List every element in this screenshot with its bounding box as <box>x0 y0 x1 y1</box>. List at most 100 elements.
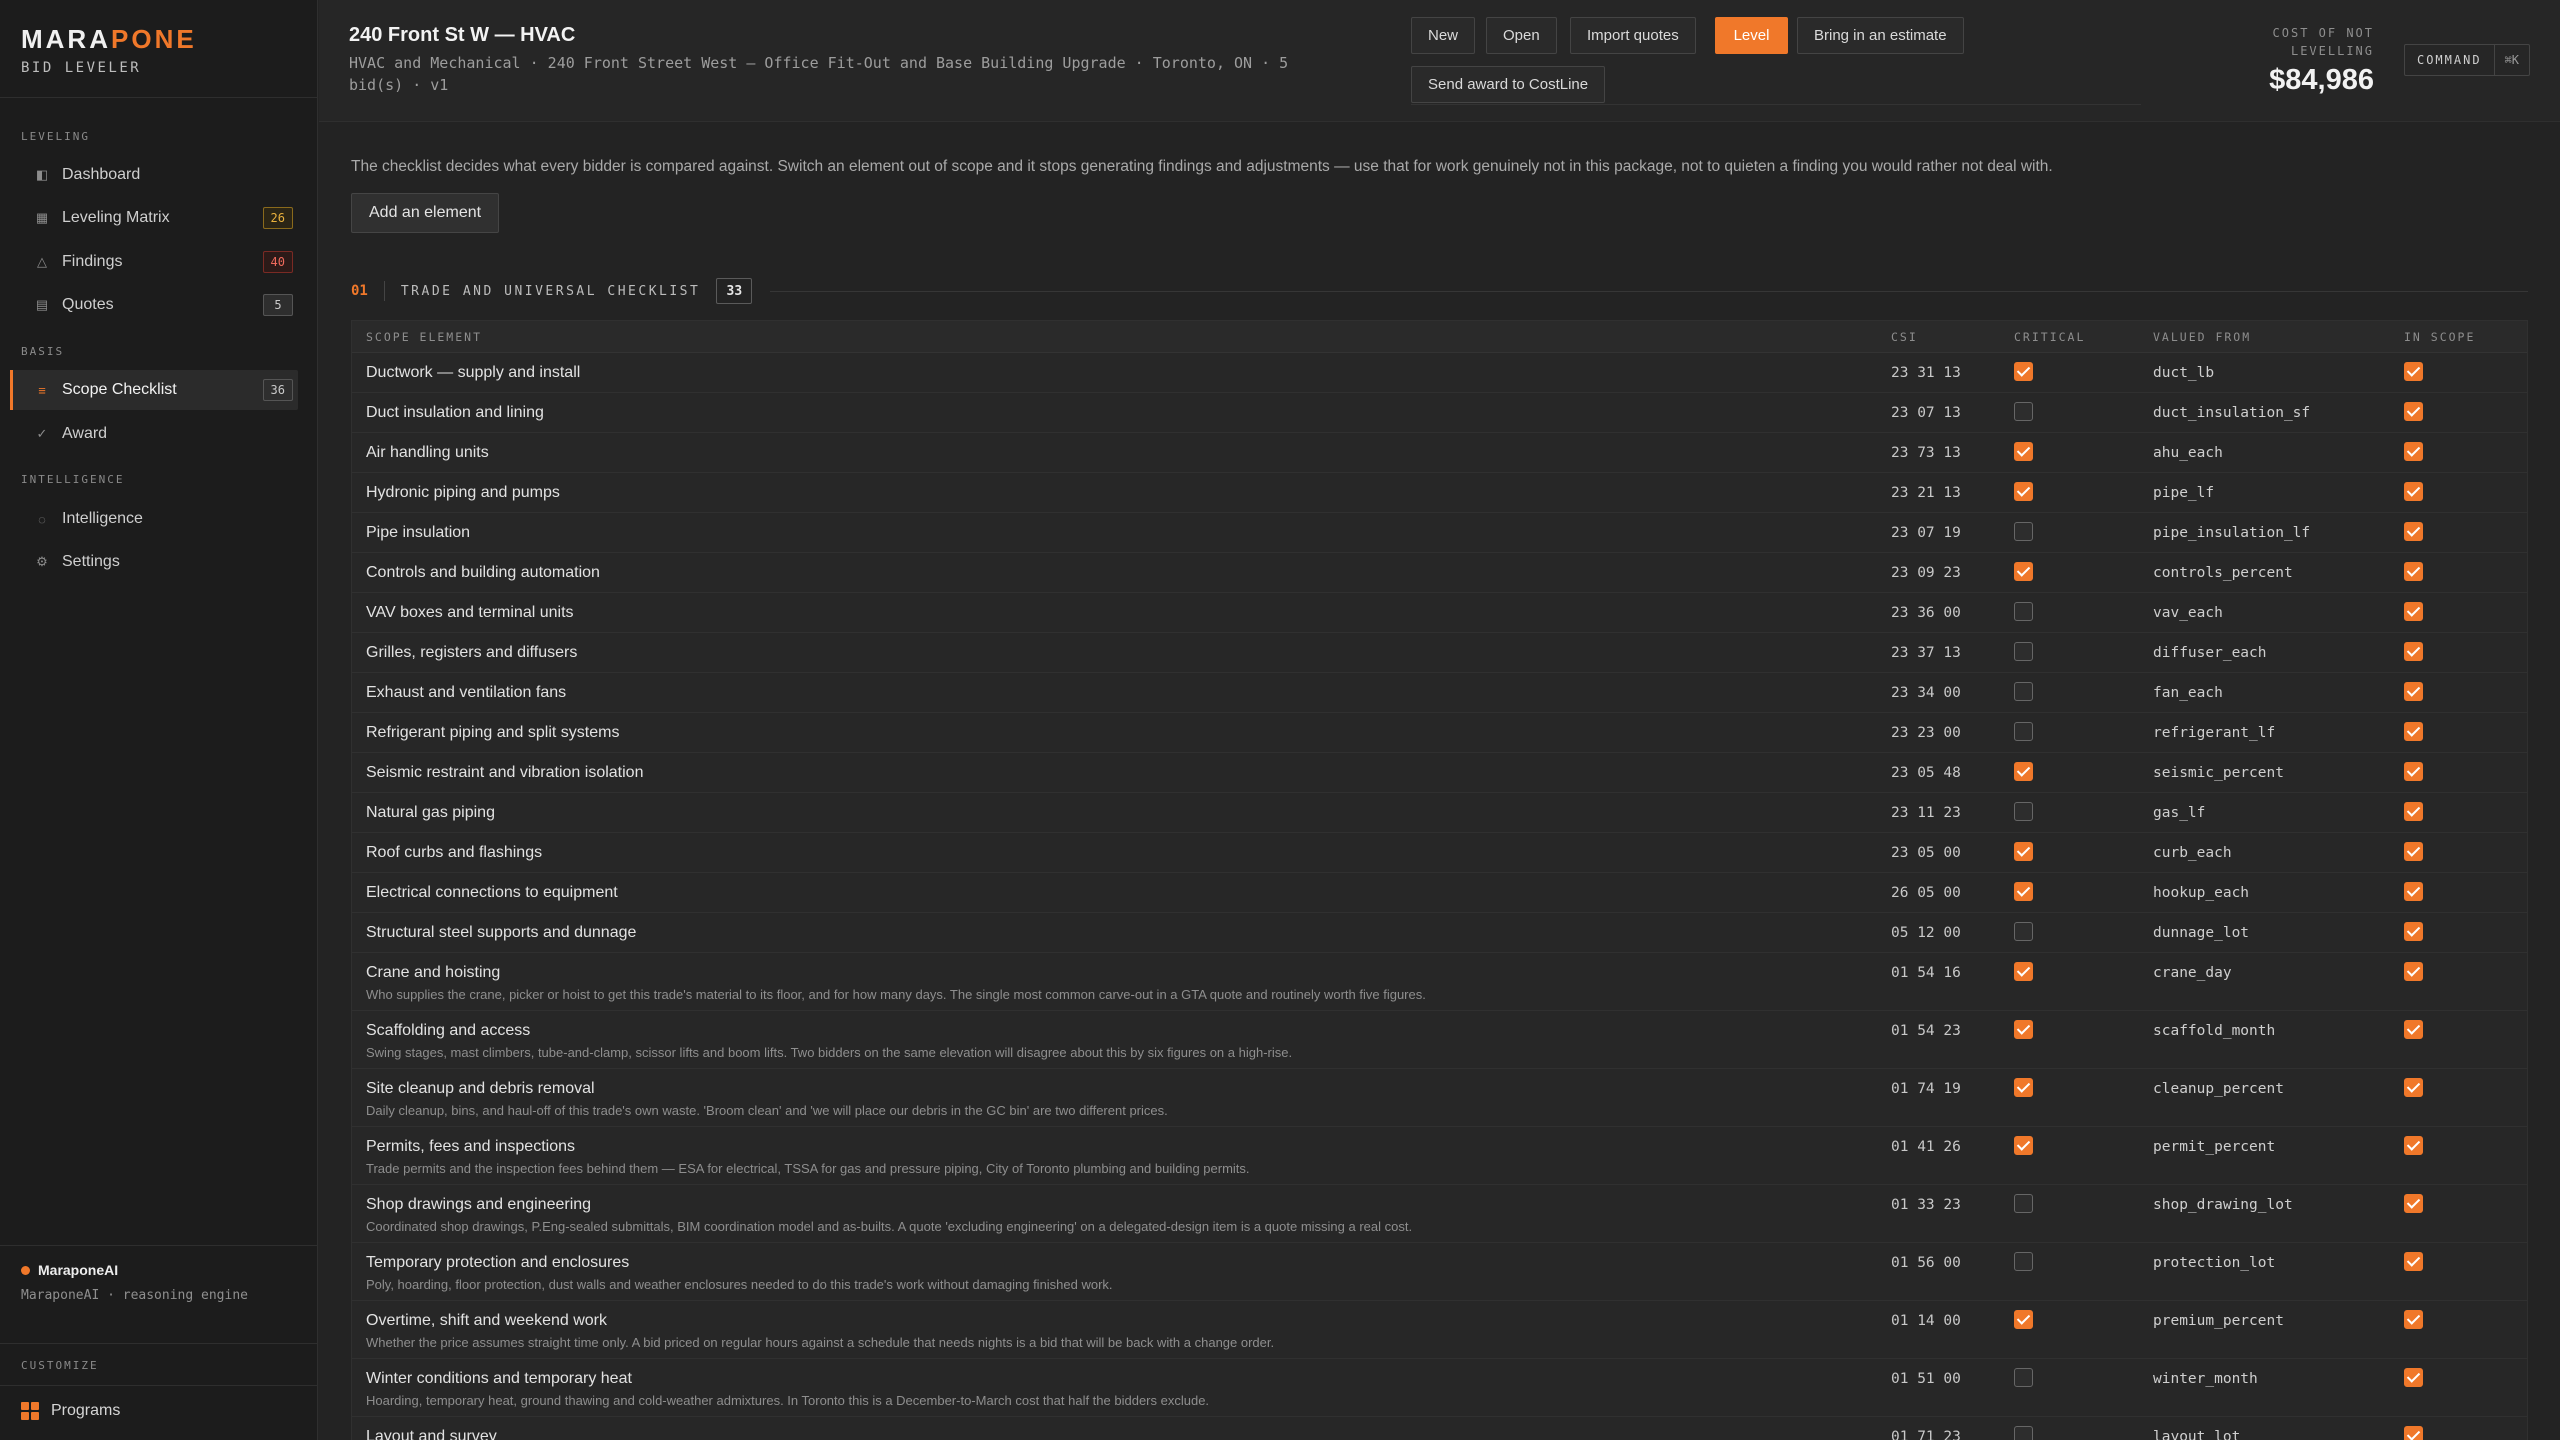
critical-checkbox[interactable] <box>2014 1252 2033 1271</box>
critical-checkbox[interactable] <box>2014 442 2033 461</box>
table-row[interactable]: Grilles, registers and diffusers 23 37 13… <box>352 633 2527 673</box>
brand-logo[interactable]: MARAPONE BID LEVELER <box>21 24 197 76</box>
add-element-button[interactable]: Add an element <box>351 193 500 233</box>
column-header-csi[interactable]: CSI <box>1891 330 1918 344</box>
table-row[interactable]: Refrigerant piping and split systems 23 2… <box>352 713 2527 753</box>
table-row[interactable]: Hydronic piping and pumps 23 21 13 pipe_lf <box>352 473 2527 513</box>
import-quotes-button[interactable]: Import quotes <box>1570 17 1696 54</box>
sidebar-item-dashboard[interactable]: ◧ Dashboard <box>10 155 298 195</box>
sidebar-item-quotes[interactable]: ▤ Quotes 5 <box>10 285 298 325</box>
in-scope-checkbox[interactable] <box>2404 402 2423 421</box>
in-scope-checkbox[interactable] <box>2404 802 2423 821</box>
critical-checkbox[interactable] <box>2014 682 2033 701</box>
sidebar-item-leveling-matrix[interactable]: ▦ Leveling Matrix 26 <box>10 198 298 238</box>
sidebar-item-scope-checklist[interactable]: ≡ Scope Checklist 36 <box>10 370 298 410</box>
critical-checkbox[interactable] <box>2014 562 2033 581</box>
new-button[interactable]: New <box>1411 17 1476 54</box>
gear-icon: ⚙ <box>36 554 48 569</box>
critical-checkbox[interactable] <box>2014 1020 2033 1039</box>
in-scope-checkbox[interactable] <box>2404 722 2423 741</box>
in-scope-checkbox[interactable] <box>2404 1252 2423 1271</box>
table-row[interactable]: Electrical connections to equipment 26 05… <box>352 873 2527 913</box>
in-scope-checkbox[interactable] <box>2404 522 2423 541</box>
critical-checkbox[interactable] <box>2014 1136 2033 1155</box>
in-scope-checkbox[interactable] <box>2404 962 2423 981</box>
in-scope-checkbox[interactable] <box>2404 1368 2423 1387</box>
critical-checkbox[interactable] <box>2014 922 2033 941</box>
in-scope-checkbox[interactable] <box>2404 362 2423 381</box>
table-row[interactable]: Exhaust and ventilation fans 23 34 00 fan_… <box>352 673 2527 713</box>
checkbox-icon <box>2404 562 2423 581</box>
table-row[interactable]: Overtime, shift and weekend work Whether … <box>352 1301 2527 1359</box>
table-row[interactable]: Controls and building automation 23 09 23… <box>352 553 2527 593</box>
sidebar-item-findings[interactable]: △ Findings 40 <box>10 242 298 282</box>
in-scope-checkbox[interactable] <box>2404 762 2423 781</box>
critical-checkbox[interactable] <box>2014 482 2033 501</box>
command-palette-button[interactable]: COMMAND ⌘K <box>2403 44 2530 76</box>
in-scope-checkbox[interactable] <box>2404 1310 2423 1329</box>
critical-checkbox[interactable] <box>2014 642 2033 661</box>
column-header-element[interactable]: SCOPE ELEMENT <box>366 330 482 344</box>
critical-checkbox[interactable] <box>2014 962 2033 981</box>
bring-estimate-button[interactable]: Bring in an estimate <box>1797 17 1964 54</box>
table-row[interactable]: Ductwork — supply and install 23 31 13 duc… <box>352 353 2527 393</box>
in-scope-checkbox[interactable] <box>2404 922 2423 941</box>
sidebar-item-intelligence[interactable]: ◌ Intelligence <box>10 499 298 539</box>
critical-checkbox[interactable] <box>2014 802 2033 821</box>
in-scope-checkbox[interactable] <box>2404 602 2423 621</box>
sidebar-item-award[interactable]: ✓ Award <box>10 414 298 454</box>
in-scope-checkbox[interactable] <box>2404 1078 2423 1097</box>
table-row[interactable]: Roof curbs and flashings 23 05 00 curb_eac… <box>352 833 2527 873</box>
critical-checkbox[interactable] <box>2014 1194 2033 1213</box>
send-award-button[interactable]: Send award to CostLine <box>1411 66 1606 103</box>
critical-checkbox[interactable] <box>2014 602 2033 621</box>
sidebar-item-settings[interactable]: ⚙ Settings <box>10 542 298 582</box>
table-row[interactable]: Scaffolding and access Swing stages, mast… <box>352 1011 2527 1069</box>
table-row[interactable]: Shop drawings and engineering Coordinated… <box>352 1185 2527 1243</box>
critical-checkbox[interactable] <box>2014 762 2033 781</box>
table-row[interactable]: Layout and survey 01 71 23 layout_lot <box>352 1417 2527 1440</box>
critical-checkbox[interactable] <box>2014 1368 2033 1387</box>
table-row[interactable]: VAV boxes and terminal units 23 36 00 vav_… <box>352 593 2527 633</box>
in-scope-checkbox[interactable] <box>2404 1426 2423 1440</box>
main-content: The checklist decides what every bidder … <box>319 123 2560 1440</box>
column-header-in-scope[interactable]: IN SCOPE <box>2404 330 2475 344</box>
table-row[interactable]: Permits, fees and inspections Trade permi… <box>352 1127 2527 1185</box>
table-row[interactable]: Air handling units 23 73 13 ahu_each <box>352 433 2527 473</box>
checkbox-icon <box>2404 802 2423 821</box>
critical-checkbox[interactable] <box>2014 1078 2033 1097</box>
table-row[interactable]: Crane and hoisting Who supplies the crane… <box>352 953 2527 1011</box>
scope-element-name: Temporary protection and enclosures <box>366 1254 630 1271</box>
critical-checkbox[interactable] <box>2014 522 2033 541</box>
table-row[interactable]: Winter conditions and temporary heat Hoar… <box>352 1359 2527 1417</box>
in-scope-checkbox[interactable] <box>2404 482 2423 501</box>
table-row[interactable]: Natural gas piping 23 11 23 gas_lf <box>352 793 2527 833</box>
table-row[interactable]: Temporary protection and enclosures Poly,… <box>352 1243 2527 1301</box>
in-scope-checkbox[interactable] <box>2404 842 2423 861</box>
programs-link[interactable]: Programs <box>21 1402 120 1420</box>
critical-checkbox[interactable] <box>2014 362 2033 381</box>
critical-checkbox[interactable] <box>2014 722 2033 741</box>
in-scope-checkbox[interactable] <box>2404 642 2423 661</box>
in-scope-checkbox[interactable] <box>2404 562 2423 581</box>
in-scope-checkbox[interactable] <box>2404 1136 2423 1155</box>
in-scope-checkbox[interactable] <box>2404 1194 2423 1213</box>
column-header-valued-from[interactable]: VALUED FROM <box>2153 330 2251 344</box>
in-scope-checkbox[interactable] <box>2404 682 2423 701</box>
in-scope-checkbox[interactable] <box>2404 882 2423 901</box>
critical-checkbox[interactable] <box>2014 1310 2033 1329</box>
table-row[interactable]: Seismic restraint and vibration isolatio… <box>352 753 2527 793</box>
level-button[interactable]: Level <box>1715 17 1788 54</box>
table-row[interactable]: Duct insulation and lining 23 07 13 duct_i… <box>352 393 2527 433</box>
in-scope-checkbox[interactable] <box>2404 1020 2423 1039</box>
table-row[interactable]: Site cleanup and debris removal Daily cle… <box>352 1069 2527 1127</box>
open-button[interactable]: Open <box>1486 17 1557 54</box>
column-header-critical[interactable]: CRITICAL <box>2014 330 2085 344</box>
critical-checkbox[interactable] <box>2014 402 2033 421</box>
critical-checkbox[interactable] <box>2014 1426 2033 1440</box>
critical-checkbox[interactable] <box>2014 882 2033 901</box>
table-row[interactable]: Structural steel supports and dunnage 05 … <box>352 913 2527 953</box>
critical-checkbox[interactable] <box>2014 842 2033 861</box>
table-row[interactable]: Pipe insulation 23 07 19 pipe_insulation_l… <box>352 513 2527 553</box>
in-scope-checkbox[interactable] <box>2404 442 2423 461</box>
